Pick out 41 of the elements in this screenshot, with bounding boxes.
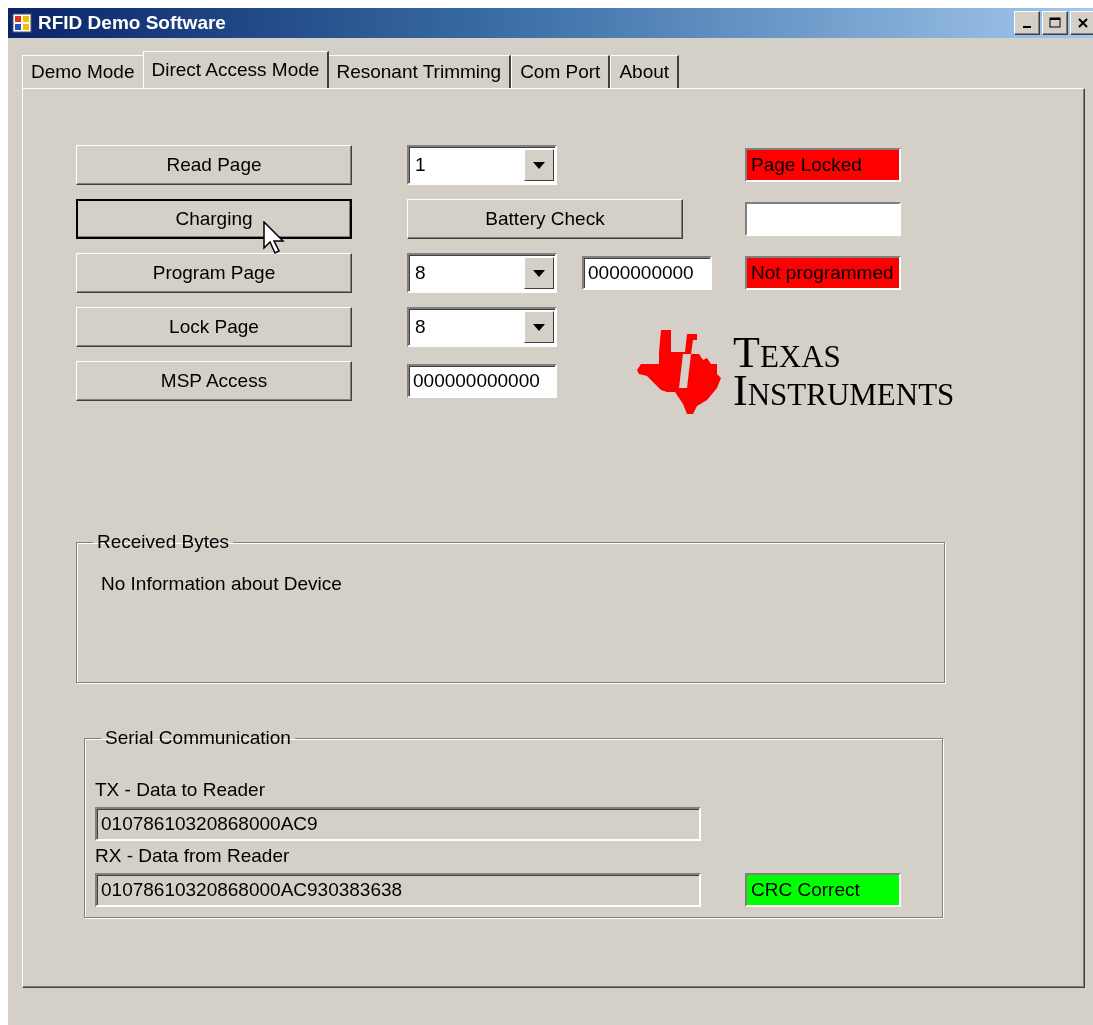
group-title: Received Bytes bbox=[96, 531, 230, 553]
command-button[interactable]: Program Page bbox=[76, 253, 352, 293]
logo-text: Texas bbox=[733, 334, 841, 372]
dropdown-arrow-icon bbox=[533, 323, 545, 331]
page-dropdown[interactable]: 8 bbox=[407, 307, 557, 347]
close-icon bbox=[1077, 17, 1089, 29]
minimize-button[interactable] bbox=[1014, 11, 1040, 35]
status-indicator: Not programmed bbox=[745, 256, 901, 290]
input-field[interactable]: 000000000000 bbox=[407, 364, 557, 398]
command-button[interactable]: Charging bbox=[76, 199, 352, 239]
tab[interactable]: Demo Mode bbox=[22, 55, 145, 88]
tab[interactable]: Com Port bbox=[511, 55, 611, 88]
crc-status-indicator: CRC Correct bbox=[745, 873, 901, 907]
rx-label: RX - Data from Reader bbox=[95, 845, 291, 867]
tab[interactable]: Direct Access Mode bbox=[142, 51, 330, 88]
command-button[interactable]: Lock Page bbox=[76, 307, 352, 347]
status-indicator: Page Locked bbox=[745, 148, 901, 182]
battery-check-button[interactable]: Battery Check bbox=[407, 199, 683, 239]
minimize-icon bbox=[1023, 26, 1031, 28]
page-dropdown[interactable]: 1 bbox=[407, 145, 557, 185]
maximize-icon bbox=[1049, 17, 1061, 29]
command-button[interactable]: MSP Access bbox=[76, 361, 352, 401]
dropdown-arrow-icon bbox=[533, 269, 545, 277]
command-button[interactable]: Read Page bbox=[76, 145, 352, 185]
close-button[interactable] bbox=[1070, 11, 1093, 35]
app-icon bbox=[12, 13, 32, 33]
window-title: RFID Demo Software bbox=[38, 12, 227, 34]
logo-text: Instruments bbox=[733, 372, 955, 410]
dropdown-arrow-icon bbox=[533, 161, 545, 169]
group-title: Serial Communication bbox=[104, 727, 292, 749]
mouse-pointer-icon bbox=[263, 221, 285, 255]
tab[interactable]: Resonant Trimming bbox=[327, 55, 512, 88]
tx-label: TX - Data to Reader bbox=[95, 779, 267, 801]
tab[interactable]: About bbox=[610, 55, 680, 88]
device-info-text: No Information about Device bbox=[101, 573, 343, 595]
rx-data-field[interactable]: 01078610320868000AC930383638 bbox=[95, 873, 701, 907]
tx-data-field[interactable]: 01078610320868000AC9 bbox=[95, 807, 701, 841]
input-field[interactable]: 0000000000 bbox=[582, 256, 712, 290]
page-dropdown[interactable]: 8 bbox=[407, 253, 557, 293]
logo-icon bbox=[637, 330, 723, 414]
maximize-button[interactable] bbox=[1042, 11, 1068, 35]
